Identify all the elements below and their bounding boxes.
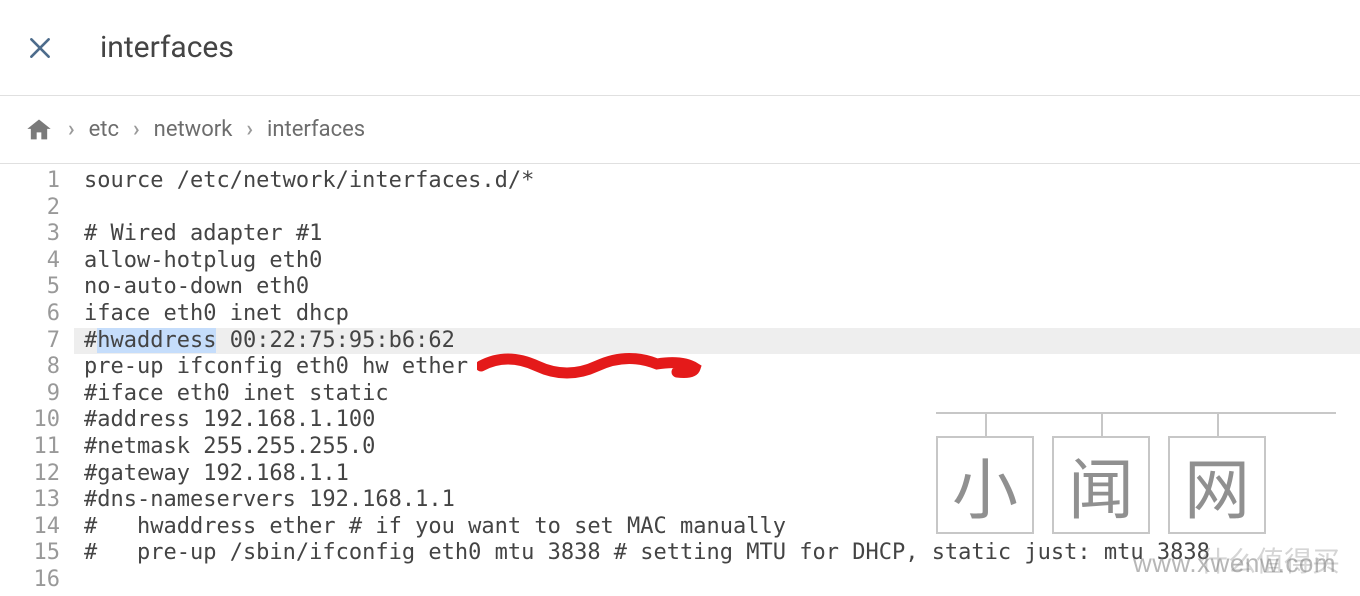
chevron-right-icon: › [246, 117, 253, 142]
home-icon[interactable] [24, 115, 54, 145]
line-number: 9 [0, 381, 60, 408]
line-number: 10 [0, 407, 60, 434]
code-line[interactable]: #hwaddress 00:22:75:95:b6:62 [74, 328, 1360, 355]
watermark-char: 小 [936, 436, 1034, 534]
code-line[interactable]: iface eth0 inet dhcp [84, 301, 1360, 328]
watermark-char: 闻 [1052, 436, 1150, 534]
watermark-char: 网 [1168, 436, 1266, 534]
page-title: interfaces [100, 30, 234, 65]
code-line[interactable] [84, 195, 1360, 222]
watermark-url: www.xwenw.com [1133, 548, 1336, 579]
line-number: 4 [0, 248, 60, 275]
line-number: 16 [0, 567, 60, 594]
code-line[interactable]: source /etc/network/interfaces.d/* [84, 168, 1360, 195]
chevron-right-icon: › [133, 117, 140, 142]
chevron-right-icon: › [68, 117, 75, 142]
line-number-gutter: 12345678910111213141516 [0, 164, 74, 596]
code-line[interactable]: no-auto-down eth0 [84, 274, 1360, 301]
line-number: 5 [0, 274, 60, 301]
breadcrumb: › etc › network › interfaces [0, 96, 1360, 164]
line-number: 7 [0, 328, 60, 355]
watermark-logo: 小 闻 网 [936, 412, 1336, 534]
line-number: 14 [0, 514, 60, 541]
redaction-mark [481, 356, 696, 378]
line-number: 13 [0, 487, 60, 514]
line-number: 3 [0, 221, 60, 248]
text-selection: hwaddress [97, 328, 216, 353]
title-bar: interfaces [0, 0, 1360, 96]
code-line[interactable]: allow-hotplug eth0 [84, 248, 1360, 275]
code-line[interactable]: #iface eth0 inet static [84, 381, 1360, 408]
line-number: 6 [0, 301, 60, 328]
line-number: 11 [0, 434, 60, 461]
line-number: 1 [0, 168, 60, 195]
line-number: 12 [0, 461, 60, 488]
close-icon[interactable] [20, 28, 60, 68]
line-number: 15 [0, 540, 60, 567]
breadcrumb-item-etc[interactable]: etc [89, 117, 119, 142]
code-line[interactable]: # Wired adapter #1 [84, 221, 1360, 248]
code-line[interactable]: pre-up ifconfig eth0 hw ether [84, 354, 1360, 381]
line-number: 8 [0, 354, 60, 381]
line-number: 2 [0, 195, 60, 222]
breadcrumb-item-network[interactable]: network [154, 117, 233, 142]
breadcrumb-item-interfaces[interactable]: interfaces [267, 117, 365, 142]
